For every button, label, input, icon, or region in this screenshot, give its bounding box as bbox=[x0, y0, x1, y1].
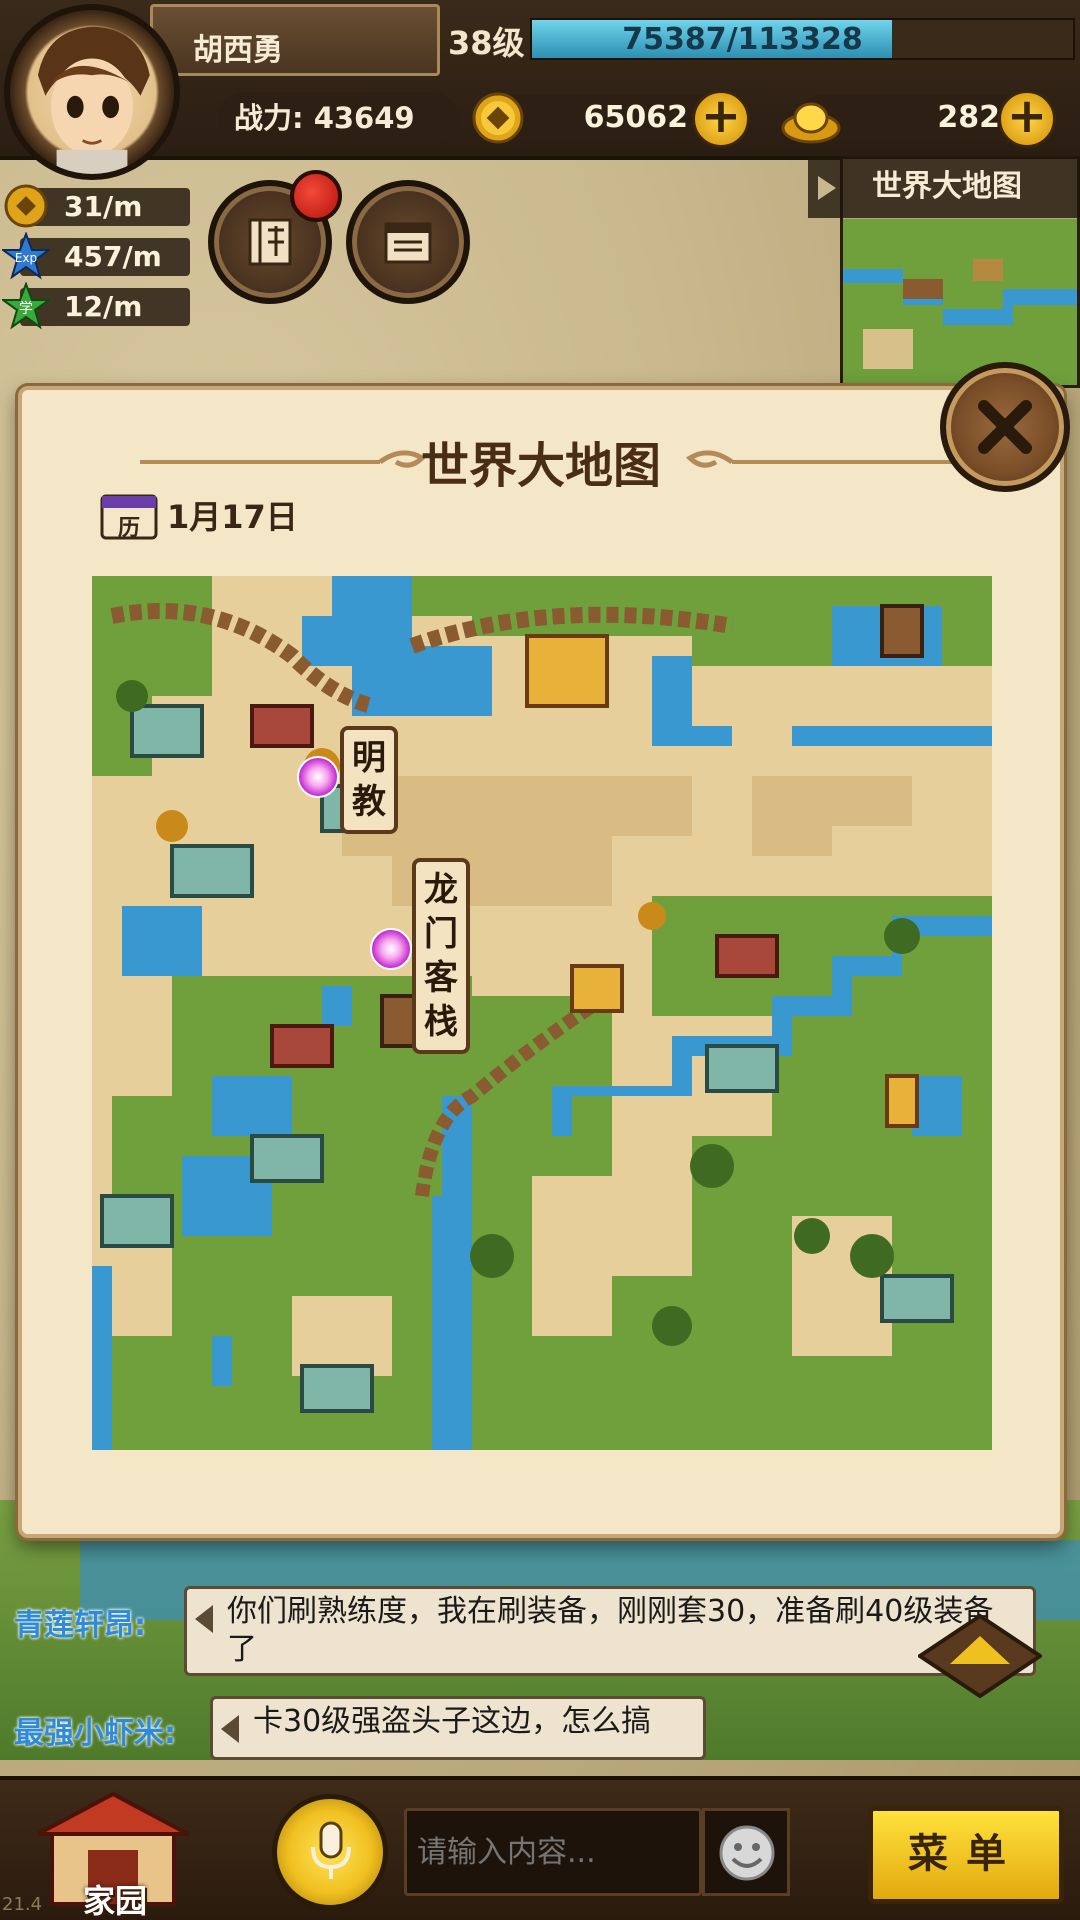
emoji-button[interactable] bbox=[702, 1808, 790, 1896]
chat-message: 卡30级强盗头子这边，怎么搞 bbox=[210, 1696, 706, 1760]
svg-text:Exp: Exp bbox=[15, 251, 37, 265]
gold-value: 282 bbox=[937, 100, 1000, 135]
chevron-up-icon[interactable] bbox=[918, 1614, 1042, 1698]
expand-minimap-icon[interactable] bbox=[814, 176, 838, 200]
exp-rate: Exp 457/m bbox=[0, 232, 190, 280]
coin-value: 65062 bbox=[583, 100, 688, 135]
notice-icon bbox=[384, 222, 432, 264]
notification-dot bbox=[290, 170, 342, 222]
world-map-dialog: 世界大地图 历 1月17日 明教 龙门客栈 bbox=[18, 386, 1064, 1538]
chat-sender[interactable]: 青莲轩昂: bbox=[14, 1600, 146, 1644]
study-rate-value: 12/m bbox=[64, 290, 143, 323]
chat-sender[interactable]: 最强小虾米: bbox=[14, 1708, 176, 1752]
coin-counter: 65062 + bbox=[470, 90, 760, 148]
gold-ingot-icon bbox=[781, 102, 841, 144]
home-label[interactable]: 家园 bbox=[60, 1876, 170, 1920]
coin-icon bbox=[472, 92, 524, 144]
notice-button[interactable] bbox=[346, 180, 470, 304]
location-sign-mingjiao[interactable]: 明教 bbox=[340, 726, 398, 834]
world-map[interactable]: 明教 龙门客栈 bbox=[92, 576, 992, 1450]
close-dialog-button[interactable] bbox=[940, 362, 1070, 492]
location-sign-longmen-inn[interactable]: 龙门客栈 bbox=[412, 858, 470, 1054]
chat-input[interactable] bbox=[404, 1808, 702, 1896]
current-date: 1月17日 bbox=[167, 498, 298, 536]
smiley-icon bbox=[719, 1825, 775, 1881]
study-star-icon: 学 bbox=[2, 282, 50, 330]
avatar-portrait bbox=[37, 26, 150, 174]
version-label: 21.4 bbox=[2, 1894, 43, 1915]
coin-rate: 31/m bbox=[0, 182, 190, 230]
title-ornament-right bbox=[685, 450, 972, 468]
world-map-terrain bbox=[92, 576, 992, 1450]
minimap-label[interactable]: 世界大地图 bbox=[808, 156, 1080, 218]
player-name: 胡西勇 bbox=[150, 4, 440, 76]
player-avatar[interactable] bbox=[4, 4, 180, 180]
coin-icon bbox=[4, 184, 48, 228]
menu-button[interactable]: 菜单 bbox=[868, 1806, 1064, 1904]
exp-star-icon: Exp bbox=[2, 232, 50, 280]
exp-rate-value: 457/m bbox=[64, 240, 162, 273]
add-coins-button[interactable]: + bbox=[692, 90, 750, 148]
book-icon bbox=[248, 218, 292, 266]
exp-value: 75387/113328 bbox=[622, 22, 863, 57]
voice-button[interactable] bbox=[272, 1794, 388, 1910]
gold-counter: 282 + bbox=[780, 90, 1080, 148]
exp-bar: 75387/113328 bbox=[530, 18, 1075, 60]
microphone-icon bbox=[311, 1821, 351, 1879]
teleport-portal-icon[interactable] bbox=[297, 756, 339, 798]
player-level: 38级 bbox=[448, 24, 525, 62]
study-rate: 学 12/m bbox=[0, 282, 190, 330]
teleport-portal-icon[interactable] bbox=[370, 928, 412, 970]
close-icon bbox=[978, 400, 1032, 454]
combat-power: 战力: 43649 bbox=[218, 92, 458, 144]
svg-text:学: 学 bbox=[19, 301, 33, 317]
chat-message: 你们刷熟练度，我在刷装备，刚刚套30，准备刷40级装备了 bbox=[184, 1586, 1036, 1676]
coin-rate-value: 31/m bbox=[64, 190, 143, 223]
calendar-glyph: 历 bbox=[117, 516, 140, 541]
add-gold-button[interactable]: + bbox=[998, 90, 1056, 148]
